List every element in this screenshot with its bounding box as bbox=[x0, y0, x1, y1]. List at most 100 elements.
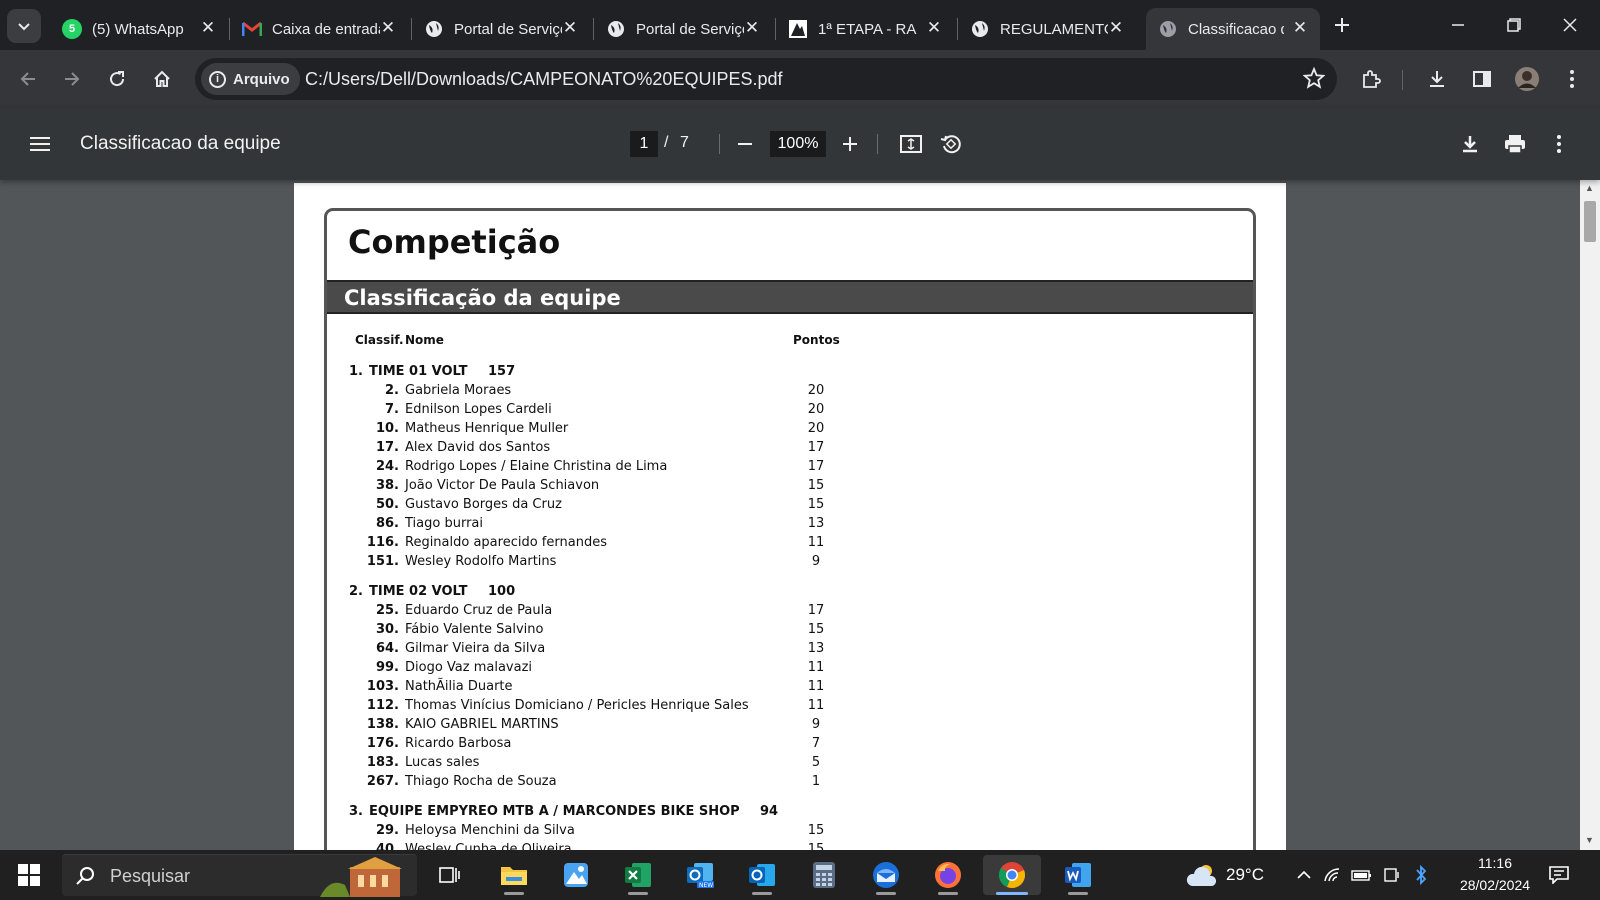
taskbar-search-box[interactable]: Pesquisar bbox=[62, 854, 417, 897]
sidebar-menu-button[interactable] bbox=[23, 127, 57, 161]
avatar-icon bbox=[1515, 67, 1539, 91]
arrow-right-icon bbox=[65, 72, 80, 86]
browser-menu-button[interactable] bbox=[1555, 62, 1589, 96]
member-points: 11 bbox=[807, 660, 825, 675]
weather-temperature[interactable]: 29°C bbox=[1226, 865, 1264, 885]
member-rank: 116. bbox=[366, 535, 399, 550]
taskbar-app-outlook-new[interactable]: NEW bbox=[680, 855, 720, 895]
minimize-icon bbox=[1452, 24, 1464, 26]
close-window-button[interactable] bbox=[1542, 0, 1598, 50]
weather-widget-icon[interactable] bbox=[1183, 855, 1223, 895]
reload-button[interactable] bbox=[100, 62, 134, 96]
wifi-icon[interactable] bbox=[1322, 864, 1344, 886]
site-info-chip[interactable]: i Arquivo bbox=[201, 63, 300, 95]
home-button[interactable] bbox=[145, 62, 179, 96]
bluetooth-icon[interactable] bbox=[1410, 864, 1432, 886]
clock-time[interactable]: 11:16 bbox=[1450, 855, 1540, 871]
photos-icon bbox=[564, 863, 588, 887]
tab-whatsapp[interactable]: 5 (5) WhatsApp ✕ bbox=[50, 8, 228, 50]
tab-regulamento[interactable]: REGULAMENTO ✕ bbox=[958, 8, 1136, 50]
zoom-out-button[interactable] bbox=[728, 127, 762, 161]
close-tab-icon[interactable]: ✕ bbox=[1106, 18, 1126, 38]
url-text[interactable]: C:/Users/Dell/Downloads/CAMPEONATO%20EQU… bbox=[305, 69, 783, 90]
scroll-down-arrow-icon[interactable]: ▼ bbox=[1585, 835, 1594, 845]
member-name: Gabriela Moraes bbox=[405, 383, 512, 398]
tab-search-button[interactable] bbox=[7, 9, 41, 43]
start-button[interactable] bbox=[10, 856, 48, 894]
member-points: 9 bbox=[811, 717, 821, 732]
rotate-button[interactable] bbox=[934, 127, 968, 161]
close-tab-icon[interactable]: ✕ bbox=[198, 18, 218, 38]
tab-gmail[interactable]: Caixa de entrada ✕ bbox=[230, 8, 408, 50]
member-points: 11 bbox=[807, 535, 825, 550]
member-points: 15 bbox=[807, 497, 825, 512]
pdf-viewer[interactable]: Competição Classificação da equipe Class… bbox=[0, 180, 1600, 850]
download-icon bbox=[1463, 136, 1477, 153]
profile-button[interactable] bbox=[1510, 62, 1544, 96]
taskbar-app-thunderbird[interactable] bbox=[866, 855, 906, 895]
taskbar-app-excel[interactable] bbox=[618, 855, 658, 895]
tab-portal-2[interactable]: Portal de Serviços ✕ bbox=[594, 8, 772, 50]
close-tab-icon[interactable]: ✕ bbox=[560, 18, 580, 38]
scroll-up-arrow-icon[interactable]: ▲ bbox=[1585, 183, 1594, 193]
scrollbar-thumb[interactable] bbox=[1584, 201, 1596, 242]
vertical-scrollbar[interactable]: ▲ ▼ bbox=[1580, 180, 1600, 850]
member-row: 2. Gabriela Moraes 20 bbox=[327, 381, 1247, 400]
close-tab-icon[interactable]: ✕ bbox=[924, 18, 944, 38]
tab-portal-1[interactable]: Portal de Serviços ✕ bbox=[412, 8, 590, 50]
battery-icon[interactable] bbox=[1351, 864, 1373, 886]
page-number-input[interactable]: 1 bbox=[630, 131, 658, 157]
close-tab-icon[interactable]: ✕ bbox=[1290, 18, 1310, 38]
forward-button[interactable] bbox=[55, 62, 89, 96]
taskbar-app-calculator[interactable] bbox=[804, 855, 844, 895]
member-row: 38. João Victor De Paula Schiavon 15 bbox=[327, 476, 1247, 495]
member-name: Wesley Cunha de Oliveira bbox=[405, 842, 572, 850]
pdf-more-button[interactable] bbox=[1542, 127, 1576, 161]
address-bar[interactable]: i Arquivo C:/Users/Dell/Downloads/CAMPEO… bbox=[195, 58, 1337, 100]
fit-to-page-button[interactable] bbox=[894, 127, 928, 161]
show-hidden-icons-button[interactable] bbox=[1293, 864, 1315, 886]
clock-date[interactable]: 28/02/2024 bbox=[1440, 877, 1550, 893]
notifications-button[interactable] bbox=[1548, 864, 1570, 886]
close-tab-icon[interactable]: ✕ bbox=[378, 18, 398, 38]
display-icon[interactable] bbox=[1381, 864, 1403, 886]
tab-classificacao[interactable]: Classificacao da equipe ✕ bbox=[1146, 8, 1320, 50]
member-row: 151. Wesley Rodolfo Martins 9 bbox=[327, 552, 1247, 571]
member-rank: 40. bbox=[375, 842, 399, 850]
downloads-button[interactable] bbox=[1420, 62, 1454, 96]
team-rank: 2. bbox=[349, 584, 363, 599]
globe-icon bbox=[606, 19, 626, 39]
tab-etapa[interactable]: 1ª ETAPA - RA ✕ bbox=[776, 8, 954, 50]
new-tab-button[interactable] bbox=[1315, 0, 1369, 50]
member-points: 9 bbox=[811, 554, 821, 569]
member-name: Fábio Valente Salvino bbox=[405, 622, 544, 637]
member-row: 40. Wesley Cunha de Oliveira 15 bbox=[327, 840, 1247, 850]
pdf-toolbar: Classificacao da equipe 1 / 7 100% bbox=[0, 108, 1600, 180]
restore-icon bbox=[1507, 18, 1521, 32]
team-row: 1. TIME 01 VOLT 157 bbox=[349, 361, 1249, 381]
pdf-download-button[interactable] bbox=[1453, 127, 1487, 161]
print-button[interactable] bbox=[1498, 127, 1532, 161]
taskbar-app-photos[interactable] bbox=[556, 855, 596, 895]
team-points: 157 bbox=[488, 364, 516, 379]
restore-button[interactable] bbox=[1486, 0, 1542, 50]
taskbar-app-outlook[interactable] bbox=[742, 855, 782, 895]
side-panel-button[interactable] bbox=[1465, 62, 1499, 96]
member-row: 86. Tiago burrai 13 bbox=[327, 514, 1247, 533]
bookmark-button[interactable] bbox=[1302, 66, 1326, 94]
taskbar-app-chrome[interactable] bbox=[983, 855, 1041, 895]
taskbar-app-word[interactable] bbox=[1058, 855, 1098, 895]
zoom-in-button[interactable] bbox=[833, 127, 867, 161]
back-button[interactable] bbox=[11, 62, 45, 96]
more-vert-icon bbox=[1570, 70, 1574, 88]
hamburger-icon bbox=[30, 137, 50, 151]
close-tab-icon[interactable]: ✕ bbox=[742, 18, 762, 38]
globe-icon bbox=[970, 19, 990, 39]
member-name: Ednilson Lopes Cardeli bbox=[405, 402, 552, 417]
task-view-button[interactable] bbox=[430, 855, 470, 895]
taskbar-app-file-explorer[interactable] bbox=[494, 855, 534, 895]
zoom-level-input[interactable]: 100% bbox=[770, 131, 826, 157]
minimize-button[interactable] bbox=[1430, 0, 1486, 50]
taskbar-app-firefox[interactable] bbox=[928, 855, 968, 895]
extensions-button[interactable] bbox=[1354, 62, 1388, 96]
